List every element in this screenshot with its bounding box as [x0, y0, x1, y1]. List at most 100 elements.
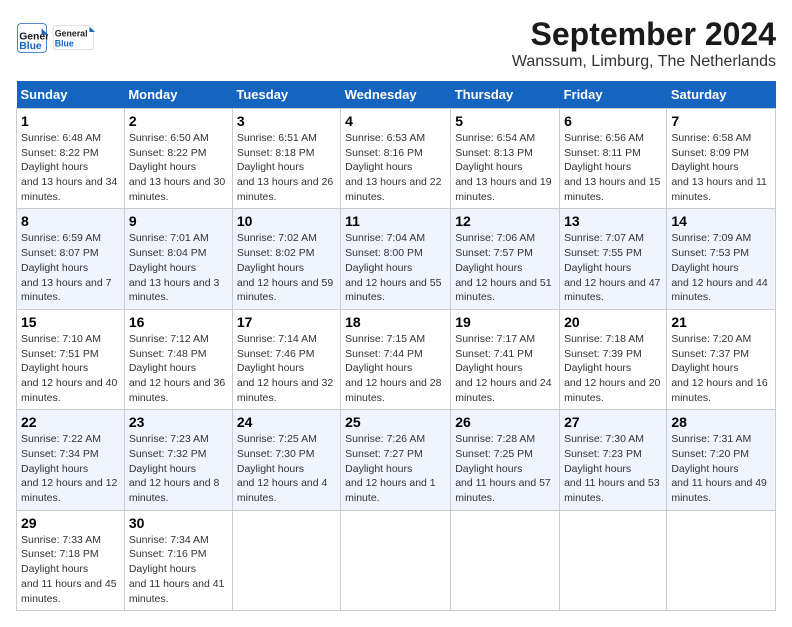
day-info: Sunrise: 7:34 AM Sunset: 7:16 PM Dayligh…: [129, 533, 228, 606]
svg-text:Blue: Blue: [19, 41, 42, 52]
calendar-cell: 2 Sunrise: 6:50 AM Sunset: 8:22 PM Dayli…: [124, 109, 232, 209]
day-info: Sunrise: 7:30 AM Sunset: 7:23 PM Dayligh…: [564, 432, 662, 505]
day-info: Sunrise: 6:56 AM Sunset: 8:11 PM Dayligh…: [564, 131, 662, 204]
calendar-cell: 25 Sunrise: 7:26 AM Sunset: 7:27 PM Dayl…: [341, 410, 451, 510]
day-info: Sunrise: 7:14 AM Sunset: 7:46 PM Dayligh…: [237, 332, 336, 405]
day-info: Sunrise: 6:50 AM Sunset: 8:22 PM Dayligh…: [129, 131, 228, 204]
day-number: 26: [455, 414, 555, 430]
col-header-saturday: Saturday: [667, 81, 776, 109]
day-info: Sunrise: 7:15 AM Sunset: 7:44 PM Dayligh…: [345, 332, 446, 405]
day-number: 18: [345, 314, 446, 330]
day-number: 24: [237, 414, 336, 430]
day-number: 30: [129, 515, 228, 531]
col-header-friday: Friday: [560, 81, 667, 109]
page-header: General Blue General Blue September 2024…: [16, 16, 776, 71]
calendar-cell: 1 Sunrise: 6:48 AM Sunset: 8:22 PM Dayli…: [17, 109, 125, 209]
calendar-week-row: 29 Sunrise: 7:33 AM Sunset: 7:18 PM Dayl…: [17, 510, 776, 610]
calendar-cell: 29 Sunrise: 7:33 AM Sunset: 7:18 PM Dayl…: [17, 510, 125, 610]
day-info: Sunrise: 7:25 AM Sunset: 7:30 PM Dayligh…: [237, 432, 336, 505]
day-info: Sunrise: 6:58 AM Sunset: 8:09 PM Dayligh…: [671, 131, 771, 204]
calendar-cell: 6 Sunrise: 6:56 AM Sunset: 8:11 PM Dayli…: [560, 109, 667, 209]
col-header-tuesday: Tuesday: [232, 81, 340, 109]
day-info: Sunrise: 7:12 AM Sunset: 7:48 PM Dayligh…: [129, 332, 228, 405]
day-number: 2: [129, 113, 228, 129]
day-info: Sunrise: 7:26 AM Sunset: 7:27 PM Dayligh…: [345, 432, 446, 505]
day-number: 1: [21, 113, 120, 129]
col-header-monday: Monday: [124, 81, 232, 109]
calendar-cell: 14 Sunrise: 7:09 AM Sunset: 7:53 PM Dayl…: [667, 209, 776, 309]
calendar-cell: 8 Sunrise: 6:59 AM Sunset: 8:07 PM Dayli…: [17, 209, 125, 309]
calendar-cell: 26 Sunrise: 7:28 AM Sunset: 7:25 PM Dayl…: [451, 410, 560, 510]
day-number: 15: [21, 314, 120, 330]
calendar-cell: [560, 510, 667, 610]
calendar-cell: 19 Sunrise: 7:17 AM Sunset: 7:41 PM Dayl…: [451, 309, 560, 409]
day-number: 12: [455, 213, 555, 229]
svg-text:General: General: [55, 28, 88, 38]
calendar-cell: [341, 510, 451, 610]
calendar-cell: 3 Sunrise: 6:51 AM Sunset: 8:18 PM Dayli…: [232, 109, 340, 209]
calendar-cell: 5 Sunrise: 6:54 AM Sunset: 8:13 PM Dayli…: [451, 109, 560, 209]
day-number: 5: [455, 113, 555, 129]
day-info: Sunrise: 7:07 AM Sunset: 7:55 PM Dayligh…: [564, 231, 662, 304]
calendar-cell: 11 Sunrise: 7:04 AM Sunset: 8:00 PM Dayl…: [341, 209, 451, 309]
day-number: 11: [345, 213, 446, 229]
calendar-cell: 28 Sunrise: 7:31 AM Sunset: 7:20 PM Dayl…: [667, 410, 776, 510]
day-info: Sunrise: 7:28 AM Sunset: 7:25 PM Dayligh…: [455, 432, 555, 505]
day-info: Sunrise: 6:53 AM Sunset: 8:16 PM Dayligh…: [345, 131, 446, 204]
page-title: September 2024: [512, 16, 776, 53]
calendar-cell: 16 Sunrise: 7:12 AM Sunset: 7:48 PM Dayl…: [124, 309, 232, 409]
calendar-cell: 17 Sunrise: 7:14 AM Sunset: 7:46 PM Dayl…: [232, 309, 340, 409]
calendar-cell: 20 Sunrise: 7:18 AM Sunset: 7:39 PM Dayl…: [560, 309, 667, 409]
day-info: Sunrise: 6:48 AM Sunset: 8:22 PM Dayligh…: [21, 131, 120, 204]
calendar-cell: 12 Sunrise: 7:06 AM Sunset: 7:57 PM Dayl…: [451, 209, 560, 309]
calendar-cell: 9 Sunrise: 7:01 AM Sunset: 8:04 PM Dayli…: [124, 209, 232, 309]
day-number: 17: [237, 314, 336, 330]
calendar-cell: 21 Sunrise: 7:20 AM Sunset: 7:37 PM Dayl…: [667, 309, 776, 409]
calendar-cell: 30 Sunrise: 7:34 AM Sunset: 7:16 PM Dayl…: [124, 510, 232, 610]
day-number: 14: [671, 213, 771, 229]
day-info: Sunrise: 7:01 AM Sunset: 8:04 PM Dayligh…: [129, 231, 228, 304]
calendar-week-row: 8 Sunrise: 6:59 AM Sunset: 8:07 PM Dayli…: [17, 209, 776, 309]
calendar-cell: [232, 510, 340, 610]
day-number: 16: [129, 314, 228, 330]
title-section: September 2024 Wanssum, Limburg, The Net…: [512, 16, 776, 71]
day-info: Sunrise: 7:20 AM Sunset: 7:37 PM Dayligh…: [671, 332, 771, 405]
calendar-week-row: 1 Sunrise: 6:48 AM Sunset: 8:22 PM Dayli…: [17, 109, 776, 209]
calendar-cell: [451, 510, 560, 610]
day-info: Sunrise: 7:09 AM Sunset: 7:53 PM Dayligh…: [671, 231, 771, 304]
day-number: 21: [671, 314, 771, 330]
day-info: Sunrise: 6:51 AM Sunset: 8:18 PM Dayligh…: [237, 131, 336, 204]
day-number: 4: [345, 113, 446, 129]
day-number: 25: [345, 414, 446, 430]
calendar-cell: 24 Sunrise: 7:25 AM Sunset: 7:30 PM Dayl…: [232, 410, 340, 510]
day-info: Sunrise: 6:54 AM Sunset: 8:13 PM Dayligh…: [455, 131, 555, 204]
calendar-cell: 4 Sunrise: 6:53 AM Sunset: 8:16 PM Dayli…: [341, 109, 451, 209]
day-info: Sunrise: 7:10 AM Sunset: 7:51 PM Dayligh…: [21, 332, 120, 405]
calendar-cell: [667, 510, 776, 610]
day-info: Sunrise: 7:23 AM Sunset: 7:32 PM Dayligh…: [129, 432, 228, 505]
page-subtitle: Wanssum, Limburg, The Netherlands: [512, 53, 776, 71]
calendar-cell: 27 Sunrise: 7:30 AM Sunset: 7:23 PM Dayl…: [560, 410, 667, 510]
col-header-thursday: Thursday: [451, 81, 560, 109]
day-info: Sunrise: 7:17 AM Sunset: 7:41 PM Dayligh…: [455, 332, 555, 405]
calendar-cell: 22 Sunrise: 7:22 AM Sunset: 7:34 PM Dayl…: [17, 410, 125, 510]
day-number: 23: [129, 414, 228, 430]
col-header-wednesday: Wednesday: [341, 81, 451, 109]
day-number: 6: [564, 113, 662, 129]
day-number: 13: [564, 213, 662, 229]
day-info: Sunrise: 6:59 AM Sunset: 8:07 PM Dayligh…: [21, 231, 120, 304]
svg-text:Blue: Blue: [55, 38, 74, 48]
calendar-cell: 7 Sunrise: 6:58 AM Sunset: 8:09 PM Dayli…: [667, 109, 776, 209]
day-number: 9: [129, 213, 228, 229]
day-info: Sunrise: 7:18 AM Sunset: 7:39 PM Dayligh…: [564, 332, 662, 405]
day-info: Sunrise: 7:04 AM Sunset: 8:00 PM Dayligh…: [345, 231, 446, 304]
day-number: 28: [671, 414, 771, 430]
day-info: Sunrise: 7:06 AM Sunset: 7:57 PM Dayligh…: [455, 231, 555, 304]
calendar-week-row: 22 Sunrise: 7:22 AM Sunset: 7:34 PM Dayl…: [17, 410, 776, 510]
day-number: 10: [237, 213, 336, 229]
calendar-cell: 23 Sunrise: 7:23 AM Sunset: 7:32 PM Dayl…: [124, 410, 232, 510]
day-number: 20: [564, 314, 662, 330]
day-info: Sunrise: 7:31 AM Sunset: 7:20 PM Dayligh…: [671, 432, 771, 505]
day-number: 22: [21, 414, 120, 430]
calendar-cell: 15 Sunrise: 7:10 AM Sunset: 7:51 PM Dayl…: [17, 309, 125, 409]
